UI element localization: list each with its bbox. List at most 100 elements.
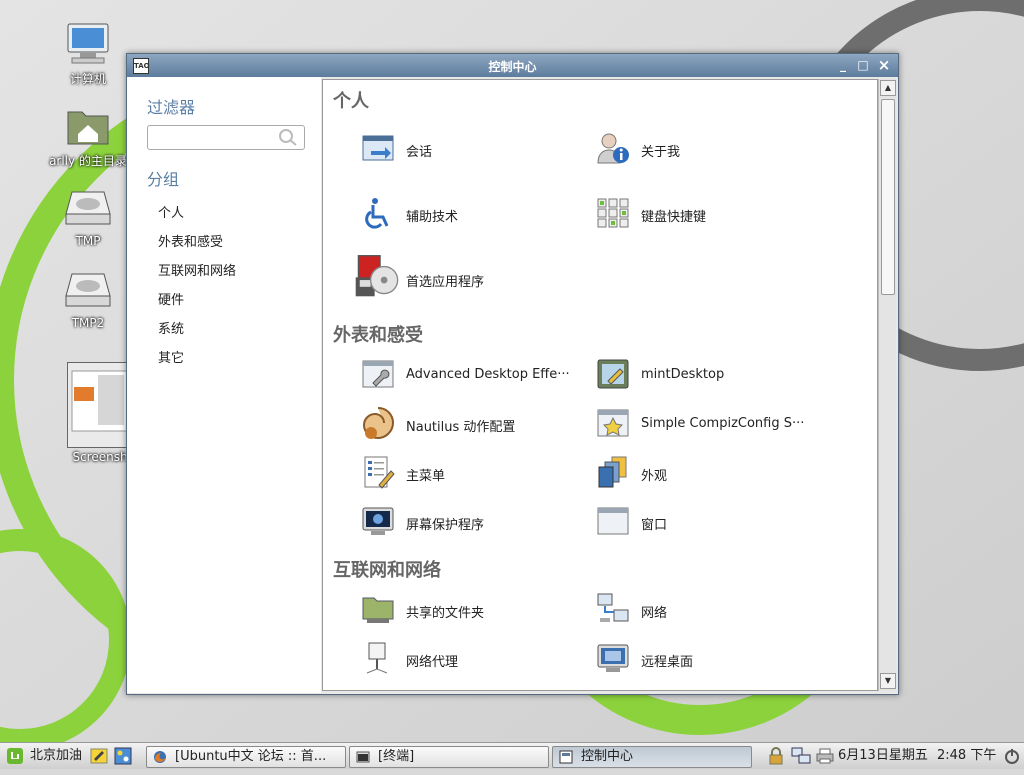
- scroll-up-arrow-icon[interactable]: ▲: [880, 80, 896, 96]
- group-item-personal[interactable]: 个人: [158, 202, 184, 221]
- item-windows[interactable]: 窗口: [596, 504, 826, 540]
- start-menu-label: 北京加油: [30, 748, 83, 763]
- control-center-content: 个人 会话 关于我 辅助技术 键盘快捷键 首选应用程序 外表和感受 Advanc…: [322, 79, 878, 691]
- appearance-icon: [598, 456, 627, 488]
- item-label: Advanced Desktop Effe···: [406, 367, 570, 382]
- item-label: 辅助技术: [406, 210, 459, 225]
- item-shared-folder[interactable]: 共享的文件夹: [361, 592, 591, 628]
- tray-network[interactable]: [791, 747, 811, 765]
- drive-icon: [64, 266, 112, 314]
- desktop-icon-tmp[interactable]: TMP: [48, 184, 128, 248]
- minimize-button[interactable]: _: [835, 57, 851, 73]
- group-item-hardware[interactable]: 硬件: [158, 289, 184, 308]
- clock-date[interactable]: 6月13日星期五: [838, 743, 928, 769]
- item-label: 主菜单: [406, 469, 446, 484]
- preferred-apps-icon: [355, 255, 399, 297]
- task-firefox[interactable]: [Ubuntu中文 论坛 :: 首...: [146, 746, 346, 768]
- item-about-me[interactable]: 关于我: [596, 131, 826, 167]
- windows-icon: [597, 507, 629, 535]
- close-button[interactable]: ×: [876, 57, 892, 73]
- item-label: 网络: [641, 606, 668, 621]
- computer-icon: [64, 20, 112, 68]
- item-desktop-effects[interactable]: Advanced Desktop Effe···: [361, 357, 591, 393]
- mintdesktop-icon: [597, 359, 629, 389]
- item-label: Simple CompizConfig S···: [641, 416, 805, 431]
- tray-printer[interactable]: [816, 747, 834, 765]
- group-item-internet-network[interactable]: 互联网和网络: [158, 260, 236, 279]
- item-mintdesktop[interactable]: mintDesktop: [596, 357, 826, 393]
- sidebar: 过滤器 分组 个人 外表和感受 互联网和网络 硬件 系统 其它: [127, 77, 321, 693]
- item-label: Nautilus 动作配置: [406, 420, 516, 435]
- home-folder-icon: [64, 102, 112, 150]
- section-title-personal: 个人: [333, 91, 369, 112]
- notes-launcher[interactable]: [90, 747, 108, 765]
- desktop-launcher[interactable]: [114, 747, 132, 765]
- shared-folder-icon: [362, 597, 394, 623]
- scroll-down-arrow-icon[interactable]: ▼: [880, 673, 896, 689]
- firefox-icon: [154, 751, 166, 763]
- printer-icon: [816, 748, 834, 764]
- item-label: 远程桌面: [641, 655, 694, 670]
- item-keyboard-shortcuts[interactable]: 键盘快捷键: [596, 196, 826, 232]
- item-preferred-apps[interactable]: 首选应用程序: [355, 255, 591, 297]
- task-label: 控制中心: [581, 749, 634, 764]
- content-scrollbar[interactable]: ▲ ▼: [878, 79, 896, 691]
- item-network[interactable]: 网络: [596, 592, 826, 628]
- about-me-icon: [597, 133, 629, 164]
- desktop-icon-label: arlly 的主目录: [49, 154, 127, 168]
- search-icon: [279, 129, 297, 146]
- item-appearance[interactable]: 外观: [596, 455, 826, 491]
- scrollbar-thumb[interactable]: [881, 99, 895, 295]
- group-item-look-and-feel[interactable]: 外表和感受: [158, 231, 223, 250]
- tray-lock[interactable]: [767, 747, 785, 765]
- item-label: 共享的文件夹: [406, 606, 485, 621]
- nautilus-actions-icon: [362, 407, 395, 440]
- mint-logo-icon: [7, 748, 23, 764]
- tray-power[interactable]: [1004, 747, 1020, 765]
- section-title-look-and-feel: 外表和感受: [333, 325, 423, 346]
- task-terminal[interactable]: [终端]: [349, 746, 549, 768]
- clock-time[interactable]: 2:48 下午: [937, 743, 996, 769]
- item-main-menu[interactable]: 主菜单: [361, 455, 591, 491]
- filter-heading: 过滤器: [147, 98, 196, 117]
- item-label: 网络代理: [406, 655, 459, 670]
- window-titlebar[interactable]: TAO 控制中心 _ □ ×: [127, 54, 898, 77]
- item-session[interactable]: 会话: [361, 131, 591, 167]
- filter-input[interactable]: [147, 125, 305, 150]
- control-center-window: TAO 控制中心 _ □ × 过滤器 分组 个人 外表和感受 互联网和网络 硬件…: [126, 53, 899, 695]
- screensaver-icon: [362, 507, 394, 535]
- bottom-panel: 北京加油 [Ubuntu中文 论坛 :: 首... [终端] 控制中心 6月13…: [0, 742, 1024, 769]
- desktop-icon-home[interactable]: arlly 的主目录: [48, 102, 128, 169]
- maximize-button[interactable]: □: [855, 57, 871, 73]
- desktop-icon-computer[interactable]: 计算机: [48, 20, 128, 87]
- item-accessibility[interactable]: 辅助技术: [361, 196, 591, 232]
- item-screensaver[interactable]: 屏幕保护程序: [361, 504, 591, 540]
- task-control-center[interactable]: 控制中心: [552, 746, 752, 768]
- network-status-icon: [791, 747, 811, 764]
- group-item-system[interactable]: 系统: [158, 318, 184, 337]
- desktop-icon-label: TMP: [75, 234, 101, 248]
- screenshot-thumbnail: [67, 362, 133, 448]
- desktop-icon-tmp2[interactable]: TMP2: [48, 266, 128, 330]
- item-nautilus-actions[interactable]: Nautilus 动作配置: [361, 406, 591, 442]
- main-menu-icon: [364, 456, 395, 489]
- item-label: 会话: [406, 145, 433, 160]
- item-remote-desktop[interactable]: 远程桌面: [596, 641, 826, 677]
- task-label: [终端]: [378, 749, 415, 764]
- item-label: 首选应用程序: [406, 275, 485, 290]
- item-network-proxy[interactable]: 网络代理: [361, 641, 591, 677]
- accessibility-icon: [365, 198, 389, 229]
- item-compizconfig[interactable]: Simple CompizConfig S···: [596, 406, 826, 442]
- item-label: 窗口: [641, 518, 668, 533]
- network-icon: [597, 593, 629, 622]
- desktop-icon-label: TMP2: [71, 316, 105, 330]
- desktop-effects-icon: [362, 360, 394, 388]
- power-icon: [1005, 749, 1019, 764]
- lock-icon: [769, 747, 783, 765]
- item-label: mintDesktop: [641, 367, 725, 382]
- keyboard-shortcuts-icon: [597, 198, 629, 228]
- group-item-other[interactable]: 其它: [158, 347, 184, 366]
- item-label: 关于我: [641, 145, 681, 160]
- terminal-icon: [356, 751, 370, 763]
- compizconfig-icon: [597, 409, 629, 437]
